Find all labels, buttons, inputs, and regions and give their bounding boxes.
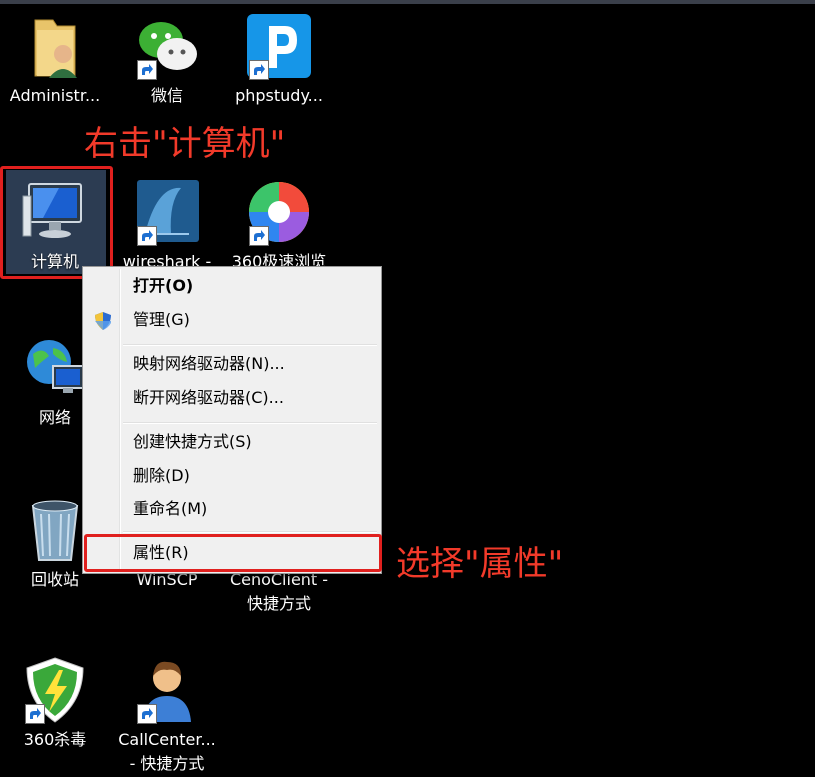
menu-item-rename[interactable]: 重命名(M) — [85, 494, 379, 524]
recycle-bin-icon — [19, 494, 91, 566]
shortcut-arrow-icon — [249, 226, 269, 246]
icon-label: phpstudy... — [235, 86, 323, 105]
uac-shield-icon — [95, 312, 111, 330]
network-globe-icon — [19, 332, 91, 404]
desktop-icon-phpstudy[interactable]: phpstudy... — [224, 10, 334, 108]
context-menu: 打开(O) 管理(G) 映射网络驱动器(N)... 断开网络驱动器(C)... … — [82, 266, 382, 574]
menu-separator — [123, 531, 377, 533]
menu-item-label: 打开(O) — [133, 276, 194, 295]
highlight-box-properties — [84, 534, 382, 572]
icon-label: Administr... — [9, 86, 101, 105]
desktop-icon-wireshark[interactable]: wireshark - — [112, 176, 222, 274]
user-folder-icon — [19, 10, 91, 82]
desktop-icon-administrator[interactable]: Administr... — [0, 10, 110, 108]
menu-separator — [123, 422, 377, 424]
menu-separator — [123, 344, 377, 346]
annotation-select-properties: 选择"属性" — [396, 544, 564, 584]
icon-label-line2: 快捷方式 — [246, 594, 311, 613]
360-antivirus-shield-icon — [19, 654, 91, 726]
shortcut-arrow-icon — [137, 704, 157, 724]
phpstudy-icon — [243, 10, 315, 82]
annotation-right-click: 右击"计算机" — [84, 124, 286, 164]
window-top-border — [0, 0, 815, 4]
desktop-icon-wechat[interactable]: 微信 — [112, 10, 222, 108]
menu-item-manage[interactable]: 管理(G) — [85, 305, 379, 335]
icon-label-line2: - 快捷方式 — [129, 754, 205, 773]
menu-item-label: 删除(D) — [133, 466, 190, 485]
icon-label: 微信 — [150, 86, 183, 105]
menu-item-create-shortcut[interactable]: 创建快捷方式(S) — [85, 427, 379, 457]
menu-item-open[interactable]: 打开(O) — [85, 271, 379, 301]
menu-item-label: 重命名(M) — [133, 499, 208, 518]
menu-item-label: 断开网络驱动器(C)... — [133, 388, 284, 407]
icon-label: CallCenter... — [118, 730, 216, 749]
shortcut-arrow-icon — [137, 60, 157, 80]
desktop-icon-360-browser[interactable]: 360极速浏览 — [224, 176, 334, 274]
menu-item-label: 创建快捷方式(S) — [133, 432, 252, 451]
highlight-box-computer — [0, 166, 113, 279]
shortcut-arrow-icon — [25, 704, 45, 724]
menu-item-delete[interactable]: 删除(D) — [85, 461, 379, 491]
menu-item-map-network-drive[interactable]: 映射网络驱动器(N)... — [85, 349, 379, 379]
wireshark-icon — [131, 176, 203, 248]
menu-item-label: 映射网络驱动器(N)... — [133, 354, 285, 373]
wechat-icon — [131, 10, 203, 82]
callcenter-user-icon — [131, 654, 203, 726]
desktop-icon-callcenter[interactable]: CallCenter... - 快捷方式 — [112, 654, 222, 776]
shortcut-arrow-icon — [137, 226, 157, 246]
shortcut-arrow-icon — [249, 60, 269, 80]
desktop-icon-360-antivirus[interactable]: 360杀毒 — [0, 654, 110, 752]
icon-label: 360杀毒 — [23, 730, 87, 749]
menu-item-disconnect-network-drive[interactable]: 断开网络驱动器(C)... — [85, 383, 379, 413]
menu-item-label: 管理(G) — [133, 310, 190, 329]
360-browser-icon — [243, 176, 315, 248]
